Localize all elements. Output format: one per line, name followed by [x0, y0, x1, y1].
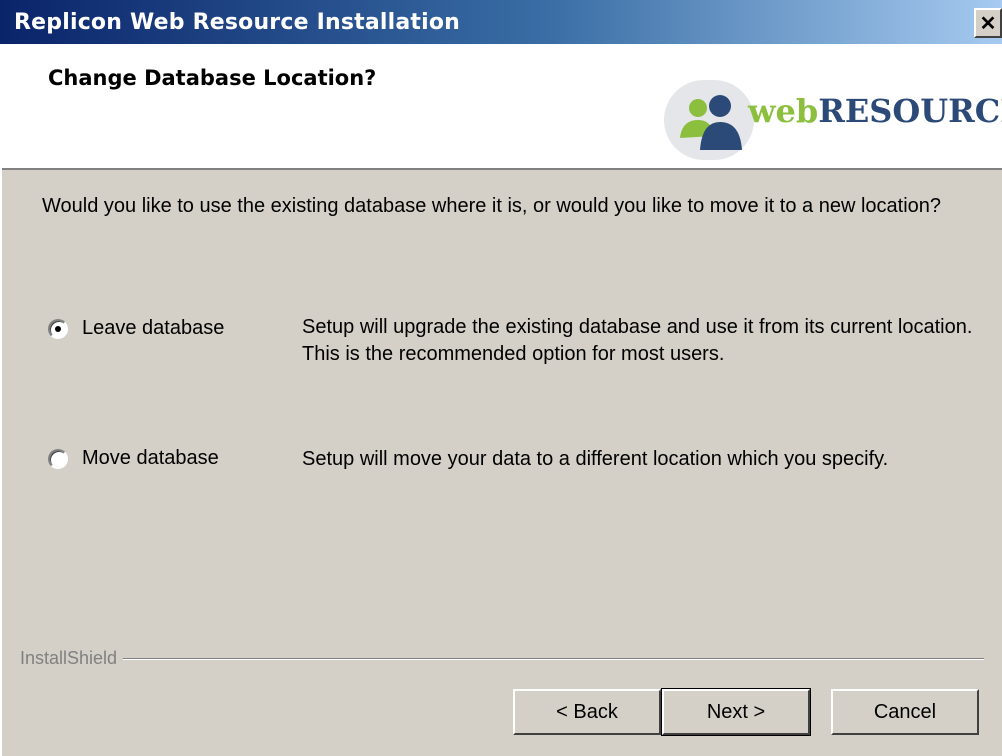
question-text: Would you like to use the existing datab… [42, 195, 942, 217]
logo-resource-text: RESOURCE [818, 92, 1002, 130]
leave-database-description: Setup will upgrade the existing database… [302, 316, 973, 365]
installshield-label: InstallShield [20, 648, 124, 669]
webresource-logo: webRESOURCE [664, 80, 1002, 160]
cancel-button[interactable]: Cancel [831, 689, 979, 735]
back-button[interactable]: < Back [513, 689, 661, 735]
move-database-radio[interactable] [48, 448, 68, 469]
leave-database-label[interactable]: Leave database [82, 317, 224, 340]
logo-wordmark: webRESOURCE [748, 92, 1002, 130]
next-button[interactable]: Next > [661, 688, 811, 736]
footer-divider [20, 658, 984, 660]
move-database-label[interactable]: Move database [82, 447, 219, 470]
page-title: Change Database Location? [48, 66, 377, 90]
option-move-database[interactable]: Move database [48, 447, 219, 470]
window-title: Replicon Web Resource Installation [14, 10, 461, 35]
logo-web-text: web [748, 92, 819, 130]
move-database-description: Setup will move your data to a different… [302, 448, 889, 470]
leave-database-radio[interactable] [48, 318, 68, 339]
people-icon [680, 95, 742, 150]
close-button[interactable]: ✕ [974, 8, 1002, 38]
close-icon: ✕ [979, 12, 997, 35]
header-panel: Change Database Location? webRESOURCE [0, 44, 1002, 170]
title-bar[interactable]: Replicon Web Resource Installation ✕ [0, 0, 1002, 44]
option-leave-database[interactable]: Leave database [48, 317, 224, 340]
window-frame [0, 44, 2, 756]
